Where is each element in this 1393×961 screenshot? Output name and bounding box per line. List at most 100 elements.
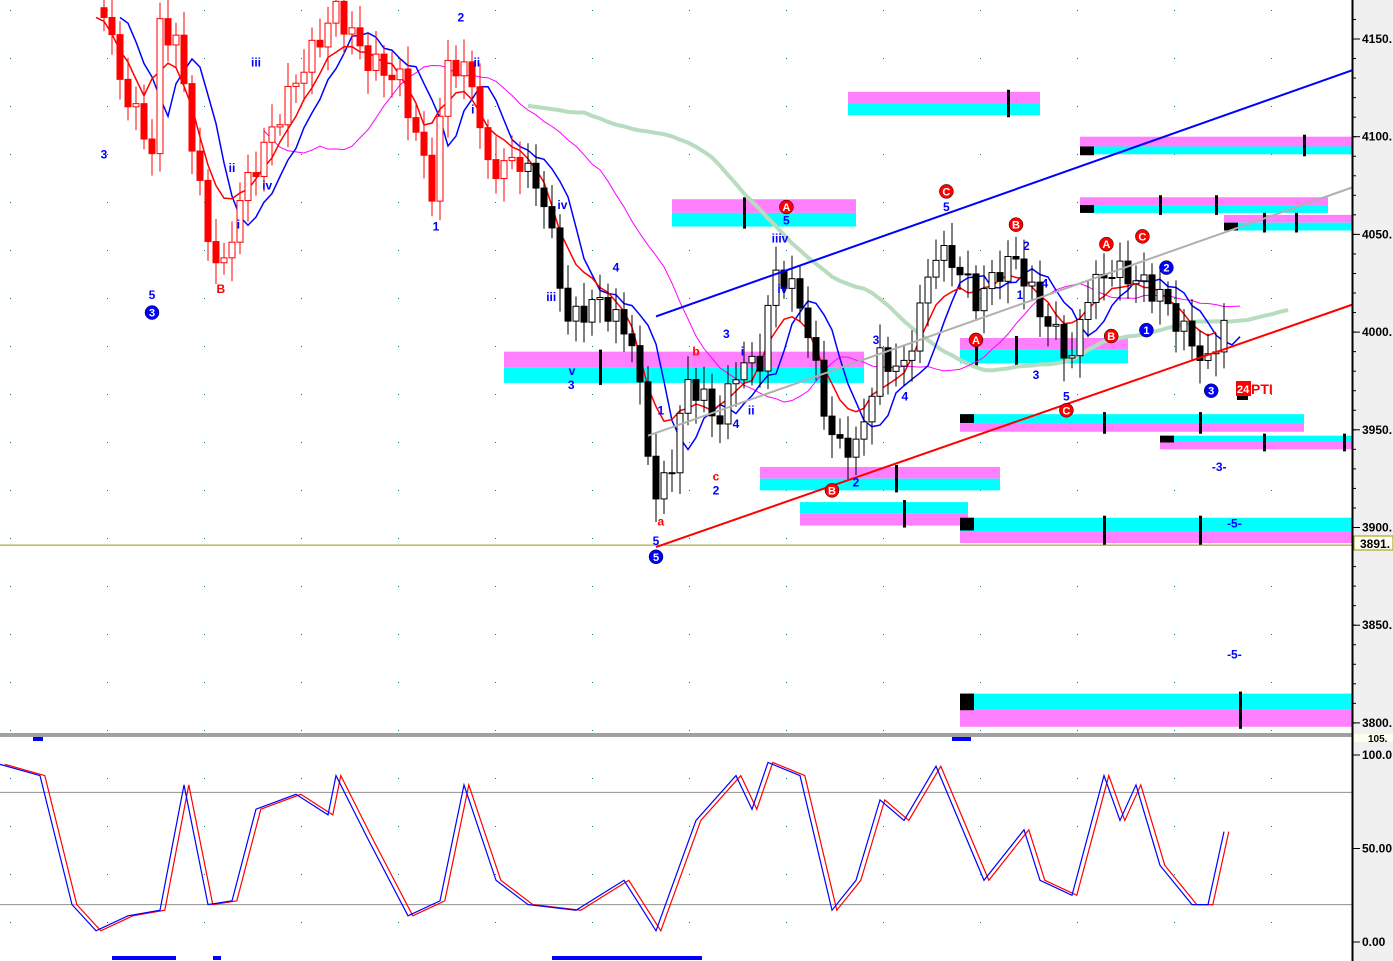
- grid-dot: [1271, 106, 1272, 107]
- grid-dot: [495, 682, 496, 683]
- zone-pink: [960, 531, 1352, 544]
- grid-dot: [301, 154, 302, 155]
- wave-label: 1: [1017, 288, 1024, 302]
- grid-dot: [204, 58, 205, 59]
- last-price-tag[interactable]: 3891.: [1353, 535, 1393, 551]
- grid-dot: [1077, 106, 1078, 107]
- wave-label: c: [713, 470, 720, 484]
- grid-dot: [1174, 586, 1175, 587]
- grid-dot: [301, 874, 302, 875]
- grid-dot: [786, 634, 787, 635]
- candle-body: [868, 395, 876, 423]
- candle-body: [508, 156, 516, 162]
- candle-body: [620, 309, 628, 335]
- axis-tick-label: 100.0: [1362, 748, 1392, 762]
- grid-dot: [592, 10, 593, 11]
- candle-body: [436, 115, 444, 202]
- candle-body: [996, 272, 1004, 282]
- grid-dot: [1077, 442, 1078, 443]
- grid-dot: [786, 58, 787, 59]
- zone-tick: [1343, 433, 1346, 452]
- candle-body: [412, 117, 420, 133]
- grid-dot: [10, 586, 11, 587]
- grid-dot: [495, 874, 496, 875]
- wave-label: 4: [1041, 276, 1048, 290]
- wave-label: i: [237, 218, 240, 232]
- grid-dot: [689, 826, 690, 827]
- axis-tick-label: 3850.: [1362, 618, 1392, 632]
- candle-body: [1172, 303, 1180, 332]
- grid-dot: [689, 682, 690, 683]
- grid-dot: [689, 874, 690, 875]
- grid-dot: [495, 778, 496, 779]
- candle-body: [492, 159, 500, 180]
- grid-dot: [980, 394, 981, 395]
- grid-dot: [883, 58, 884, 59]
- candle-body: [308, 39, 316, 73]
- grid-dot: [10, 826, 11, 827]
- candle-body: [900, 359, 908, 367]
- grid-dot: [107, 730, 108, 731]
- zone-cyan: [760, 478, 1000, 491]
- signal-bar: [952, 737, 971, 741]
- grid-dot: [301, 202, 302, 203]
- candle-body: [1012, 255, 1020, 260]
- grid-dot: [592, 250, 593, 251]
- candle-body: [300, 71, 308, 84]
- grid-dot: [398, 538, 399, 539]
- axis-tick-label: 3900.: [1362, 521, 1392, 535]
- grid-dot: [689, 922, 690, 923]
- grid-dot: [883, 202, 884, 203]
- candle-body: [364, 45, 372, 71]
- candle-body: [1220, 319, 1228, 353]
- candle-body: [252, 172, 260, 177]
- grid-dot: [107, 490, 108, 491]
- grid-dot: [592, 826, 593, 827]
- zone-marker: [1080, 205, 1094, 213]
- grid-dot: [786, 682, 787, 683]
- grid-dot: [1174, 346, 1175, 347]
- candle-body: [268, 126, 276, 143]
- candle-body: [148, 138, 156, 155]
- grid-dot: [204, 250, 205, 251]
- grid-dot: [786, 874, 787, 875]
- grid-dot: [301, 298, 302, 299]
- grid-dot: [1271, 682, 1272, 683]
- signal-bar: [33, 737, 43, 741]
- candle-body: [556, 227, 564, 289]
- candle-body: [764, 304, 772, 372]
- grid-dot: [592, 106, 593, 107]
- grid-dot: [107, 538, 108, 539]
- wave-label: 1: [657, 403, 664, 417]
- wave-label: -5-: [1227, 517, 1242, 531]
- candle-body: [628, 333, 636, 347]
- grid-dot: [398, 202, 399, 203]
- candle-body: [588, 299, 596, 323]
- candle-body: [844, 437, 852, 458]
- grid-dot: [592, 634, 593, 635]
- candle-body: [180, 34, 188, 85]
- grid-dot: [495, 730, 496, 731]
- grid-dot: [1077, 298, 1078, 299]
- grid-dot: [1077, 202, 1078, 203]
- signal-bar: [552, 956, 702, 960]
- grid-dot: [495, 442, 496, 443]
- zone-marker: [960, 693, 974, 711]
- axis-tick-label: 3950.: [1362, 423, 1392, 437]
- candle-body: [652, 455, 660, 500]
- grid-dot: [204, 922, 205, 923]
- wave-label: 5: [149, 288, 156, 302]
- zone-marker: [960, 414, 974, 423]
- grid-dot: [786, 586, 787, 587]
- wave-label: 5: [653, 552, 659, 564]
- grid-dot: [398, 730, 399, 731]
- grid-dot: [883, 346, 884, 347]
- grid-dot: [786, 10, 787, 11]
- candle-body: [732, 379, 740, 385]
- grid-dot: [10, 874, 11, 875]
- candle-body: [1140, 274, 1148, 282]
- grid-dot: [398, 490, 399, 491]
- grid-dot: [301, 922, 302, 923]
- candle-body: [380, 53, 388, 76]
- grid-dot: [786, 538, 787, 539]
